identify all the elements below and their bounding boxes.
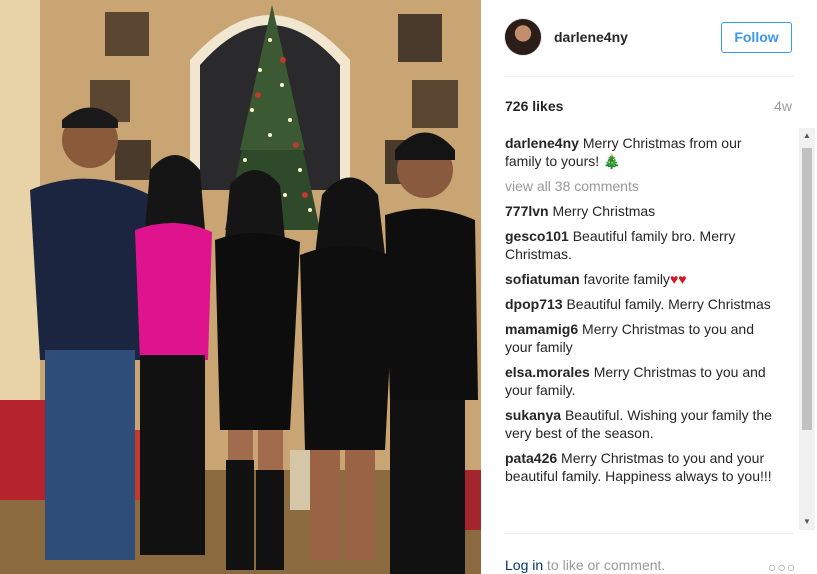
likes-count[interactable]: 726 likes (505, 98, 563, 114)
scroll-down-icon[interactable]: ▼ (799, 514, 815, 530)
comment-user[interactable]: elsa.morales (505, 364, 590, 380)
login-link[interactable]: Log in (505, 557, 543, 573)
comment: dpop713 Beautiful family. Merry Christma… (505, 295, 777, 313)
post-age[interactable]: 4w (774, 98, 792, 114)
comments-scrollbar[interactable]: ▲ ▼ (799, 128, 815, 530)
heart-icon: ♥♥ (669, 271, 687, 287)
more-options-icon[interactable]: ○○○ (768, 559, 796, 574)
comment: sofiatuman favorite family♥♥ (505, 270, 777, 288)
comment: pata426 Merry Christmas to you and your … (505, 449, 777, 485)
view-all-comments-link[interactable]: view all 38 comments (505, 177, 777, 195)
post-details-panel: darlene4ny Follow 726 likes 4w darlene4n… (481, 0, 817, 574)
comment-user[interactable]: dpop713 (505, 296, 563, 312)
avatar[interactable] (504, 18, 542, 56)
comment-user[interactable]: gesco101 (505, 228, 569, 244)
comment-text: favorite family (583, 271, 670, 287)
caption-user[interactable]: darlene4ny (505, 135, 579, 151)
comment-user[interactable]: mamamig6 (505, 321, 578, 337)
scrollbar-thumb[interactable] (802, 148, 812, 430)
username[interactable]: darlene4ny (554, 29, 628, 45)
post-photo[interactable] (0, 0, 481, 574)
scroll-up-icon[interactable]: ▲ (799, 128, 815, 144)
follow-button[interactable]: Follow (721, 22, 792, 53)
comment: elsa.morales Merry Christmas to you and … (505, 363, 777, 399)
divider (504, 533, 794, 534)
comment-user[interactable]: 777lvn (505, 203, 549, 219)
family-christmas-photo (0, 0, 481, 574)
comment: 777lvn Merry Christmas (505, 202, 777, 220)
comment-text: Beautiful family. Merry Christmas (566, 296, 771, 312)
divider (504, 76, 794, 77)
caption: darlene4ny Merry Christmas from our fami… (505, 134, 777, 170)
comment-user[interactable]: sofiatuman (505, 271, 580, 287)
comment: sukanya Beautiful. Wishing your family t… (505, 406, 777, 442)
comment: gesco101 Beautiful family bro. Merry Chr… (505, 227, 777, 263)
comment-user[interactable]: pata426 (505, 450, 557, 466)
comment-text: Merry Christmas (552, 203, 656, 219)
comment-user[interactable]: sukanya (505, 407, 561, 423)
comment: mamamig6 Merry Christmas to you and your… (505, 320, 777, 356)
comments-list: darlene4ny Merry Christmas from our fami… (505, 134, 777, 532)
christmas-tree-icon: 🎄 (603, 153, 621, 169)
login-prompt-text: to like or comment. (547, 557, 666, 573)
post-header: darlene4ny Follow (481, 0, 817, 76)
login-prompt: Log in to like or comment. (505, 557, 665, 573)
